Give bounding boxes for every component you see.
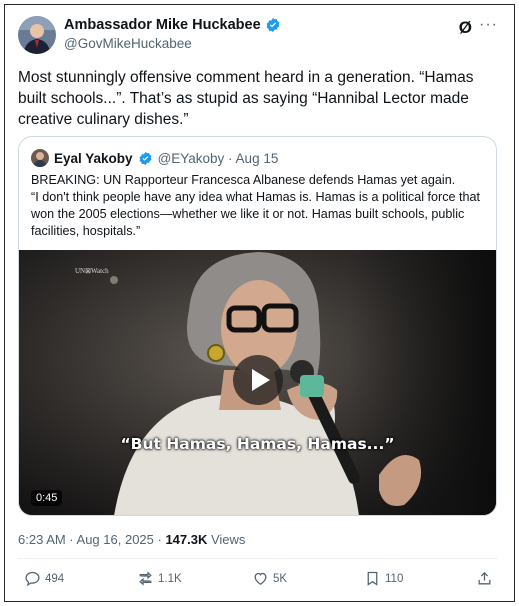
repost-count: 1.1K: [158, 572, 182, 585]
bookmark-button[interactable]: 110: [364, 570, 403, 587]
quoted-author-avatar[interactable]: [31, 149, 49, 167]
grok-icon[interactable]: Ø: [459, 18, 472, 38]
like-count: 5K: [273, 572, 288, 585]
video-duration: 0:45: [31, 490, 63, 506]
more-options-icon[interactable]: ···: [479, 16, 498, 34]
author-avatar[interactable]: [18, 16, 56, 54]
reply-count: 494: [45, 572, 65, 585]
tweet-text: Most stunningly offensive comment heard …: [18, 69, 474, 128]
repost-icon: [139, 571, 152, 586]
play-button[interactable]: [233, 355, 283, 405]
tweet-metadata: 6:23 AM · Aug 16, 2025 · 147.3K Views: [18, 532, 245, 547]
reply-button[interactable]: 494: [24, 570, 64, 587]
views-count: 147.3K: [165, 532, 208, 547]
repost-button[interactable]: 1.1K: [137, 570, 182, 587]
quoted-display-name[interactable]: Eyal Yakoby: [54, 151, 133, 166]
share-button[interactable]: [476, 570, 493, 587]
tweet-timestamp[interactable]: 6:23 AM · Aug 16, 2025 ·: [18, 532, 165, 547]
share-icon: [478, 571, 491, 585]
like-button[interactable]: 5K: [252, 570, 287, 587]
verified-badge-icon: [139, 151, 151, 165]
play-icon: [252, 369, 270, 391]
verified-badge-icon: [266, 18, 279, 32]
quoted-text-line-2: “I don't think people have any idea what…: [31, 190, 481, 238]
divider: [18, 558, 498, 559]
bookmark-icon: [367, 571, 378, 586]
tweet-header: Ambassador Mike Huckabee @GovMikeHuckabe…: [18, 14, 498, 58]
quoted-text: BREAKING: UN Rapporteur Francesca Albane…: [31, 172, 486, 240]
quoted-text-line-1: BREAKING: UN Rapporteur Francesca Albane…: [31, 173, 456, 187]
heart-icon: [254, 572, 267, 585]
bookmark-count: 110: [385, 572, 404, 585]
unwatch-watermark: UN⊠Watch: [75, 267, 109, 275]
quoted-tweet[interactable]: Eyal Yakoby @EYakoby · Aug 15 BREAKING: …: [18, 136, 497, 516]
views-label: Views: [207, 532, 246, 547]
action-bar: 494 1.1K 5K 110: [24, 570, 494, 592]
video-caption: “But Hamas, Hamas, Hamas...”: [120, 435, 395, 453]
video-player[interactable]: UN⊠Watch “But Hamas, Hamas, Hamas...” 0:…: [19, 250, 496, 515]
quoted-handle-date[interactable]: @EYakoby · Aug 15: [158, 151, 279, 166]
author-handle[interactable]: @GovMikeHuckabee: [64, 36, 281, 51]
reply-icon: [25, 571, 40, 587]
author-display-name[interactable]: Ambassador Mike Huckabee: [64, 17, 261, 33]
